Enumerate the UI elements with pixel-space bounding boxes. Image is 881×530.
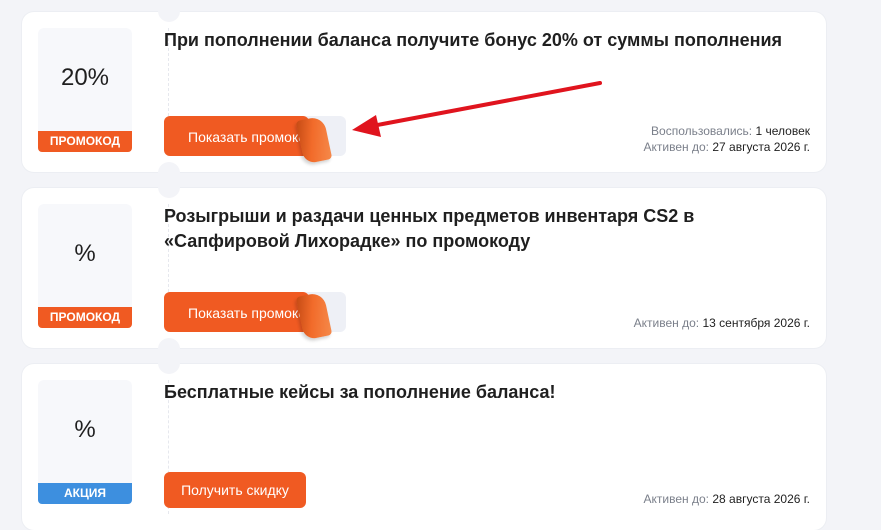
show-promo-wrapper[interactable]: Показать промокод (164, 115, 346, 165)
discount-box: 20% ПРОМОКОД (38, 28, 132, 152)
get-discount-button[interactable]: Получить скидку (164, 472, 306, 508)
used-label: Воспользовались: (651, 124, 753, 138)
active-value: 27 августа 2026 г. (712, 140, 810, 154)
show-promo-button[interactable]: Показать промокод (164, 292, 309, 332)
offer-card: % АКЦИЯ Бесплатные кейсы за пополнение б… (22, 363, 826, 530)
offer-title: При пополнении баланса получите бонус 20… (164, 30, 783, 50)
active-label: Активен до: (643, 140, 710, 154)
promo-code-tag: ПРОМОКОД (38, 131, 132, 152)
get-discount-wrapper: Получить скидку (164, 472, 346, 512)
offer-title: Бесплатные кейсы за пополнение баланса! (164, 382, 556, 402)
offer-meta: Активен до: 13 сентября 2026 г. (634, 315, 810, 331)
active-until-row: Активен до: 28 августа 2026 г. (644, 491, 810, 507)
active-label: Активен до: (633, 316, 700, 330)
card-notch (158, 363, 180, 374)
card-notch (158, 338, 180, 349)
active-until-row: Активен до: 27 августа 2026 г. (644, 139, 810, 155)
discount-value: % (74, 416, 96, 443)
card-notch (158, 187, 180, 198)
used-value: 1 человек (755, 124, 810, 138)
active-value: 13 сентября 2026 г. (702, 316, 811, 330)
show-promo-wrapper[interactable]: Показать промокод (164, 291, 346, 341)
promo-code-tag: ПРОМОКОД (38, 307, 132, 328)
offer-card: % ПРОМОКОД Розыгрыши и раздачи ценных пр… (22, 187, 826, 349)
used-count-row: Воспользовались: 1 человек (644, 123, 810, 139)
discount-value: 20% (60, 64, 110, 91)
active-value: 28 августа 2026 г. (712, 492, 810, 506)
discount-value: % (74, 240, 96, 267)
discount-box: % АКЦИЯ (38, 380, 132, 504)
active-label: Активен до: (643, 492, 710, 506)
discount-box: % ПРОМОКОД (38, 204, 132, 328)
active-until-row: Активен до: 13 сентября 2026 г. (634, 315, 810, 331)
offer-card: 20% ПРОМОКОД При пополнении баланса полу… (22, 11, 826, 173)
offer-meta: Воспользовались: 1 человек Активен до: 2… (644, 123, 810, 155)
show-promo-button[interactable]: Показать промокод (164, 116, 309, 156)
card-notch (158, 162, 180, 173)
action-tag: АКЦИЯ (38, 483, 132, 504)
card-notch (158, 11, 180, 22)
offer-title: Розыгрыши и раздачи ценных предметов инв… (164, 206, 695, 251)
offer-meta: Активен до: 28 августа 2026 г. (644, 491, 810, 507)
